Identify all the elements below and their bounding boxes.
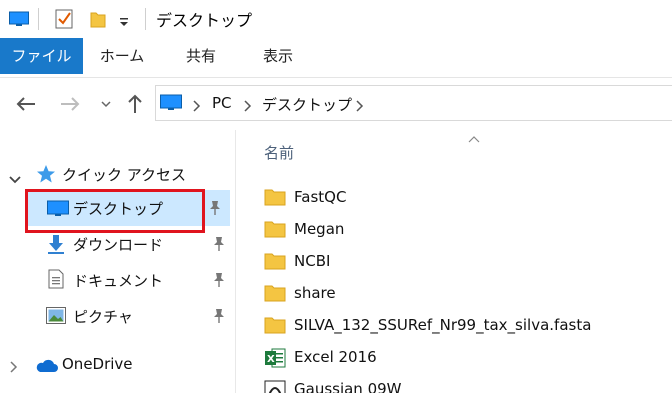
list-item[interactable]: X Excel 2016 [264,344,664,374]
file-name: FastQC [294,188,347,206]
file-name: Excel 2016 [294,348,377,366]
file-name: Megan [294,220,345,238]
nav-item-label: ドキュメント [73,272,164,290]
folder-icon [264,316,286,336]
list-item[interactable]: SILVA_132_SSURef_Nr99_tax_silva.fasta [264,312,664,342]
nav-item-label: ピクチャ [73,308,133,326]
file-list: 名前 FastQC Megan NCBI share SILVA_132_SSU… [236,130,672,393]
chevron-right-icon[interactable] [244,97,252,116]
up-arrow-icon [128,94,142,113]
nav-item-pictures[interactable]: ピクチャ [0,298,234,334]
svg-text:X: X [267,354,275,365]
file-name: NCBI [294,252,331,270]
pin-icon[interactable] [212,236,226,256]
cloud-icon [34,358,58,377]
folder-icon [264,220,286,240]
up-button[interactable] [123,92,147,116]
forward-arrow-icon [61,97,80,111]
separator [145,8,146,30]
pin-icon[interactable] [208,200,222,220]
folder-icon [264,188,286,208]
nav-onedrive[interactable]: OneDrive [0,347,234,383]
desktop-icon [160,94,182,115]
title-bar: デスクトップ [0,0,672,38]
folder-icon [264,252,286,272]
nav-onedrive-label: OneDrive [62,355,133,373]
file-name: share [294,284,336,302]
chevron-right-icon[interactable] [193,97,201,116]
breadcrumb-pc[interactable]: PC [212,94,232,112]
window-title: デスクトップ [156,11,253,30]
ribbon: ファイル ホーム 共有 表示 [0,38,672,78]
excel-icon: X [264,348,286,368]
pin-icon[interactable] [212,308,226,328]
address-bar[interactable]: PC デスクトップ [155,85,672,121]
expand-chevron-icon[interactable] [9,169,21,188]
highlight-box [25,189,205,233]
tab-view[interactable]: 表示 [248,38,308,74]
qat-dropdown-icon[interactable] [118,13,130,32]
file-name: SILVA_132_SSURef_Nr99_tax_silva.fasta [294,316,592,334]
list-item[interactable]: FastQC [264,184,664,214]
back-button[interactable] [14,92,38,116]
document-icon [48,269,64,293]
list-item[interactable]: NCBI [264,248,664,278]
gaussian-icon [264,380,286,393]
nav-quick-access-label: クイック アクセス [62,166,187,184]
nav-item-label: ダウンロード [73,236,164,254]
nav-quick-access[interactable]: クイック アクセス [0,156,234,192]
folder-icon [264,284,286,304]
list-item[interactable]: Gaussian 09W [264,376,664,393]
file-name: Gaussian 09W [294,380,402,393]
download-icon [47,234,65,258]
chevron-right-icon[interactable] [356,97,364,116]
new-folder-icon[interactable] [90,9,106,33]
properties-icon[interactable] [55,9,73,33]
tab-home[interactable]: ホーム [90,38,154,74]
tab-file[interactable]: ファイル [0,38,83,74]
back-arrow-icon [16,97,35,111]
chevron-down-icon [101,101,111,108]
tab-share[interactable]: 共有 [173,38,229,74]
list-item[interactable]: share [264,280,664,310]
separator [38,8,39,30]
list-item[interactable]: Megan [264,216,664,246]
window-desktop-icon [9,11,29,31]
forward-button[interactable] [58,92,82,116]
breadcrumb-desktop[interactable]: デスクトップ [262,94,352,115]
star-icon [36,164,56,188]
picture-icon [46,307,66,328]
sort-ascending-icon [468,128,480,147]
recent-locations-button[interactable] [94,92,118,116]
navigation-pane: クイック アクセス デスクトップ ダウンロード ドキュメント ピクチャ OneD… [0,130,234,393]
column-header-name[interactable]: 名前 [264,142,294,163]
expand-chevron-icon[interactable] [10,358,18,377]
nav-item-documents[interactable]: ドキュメント [0,262,234,298]
pin-icon[interactable] [212,272,226,292]
